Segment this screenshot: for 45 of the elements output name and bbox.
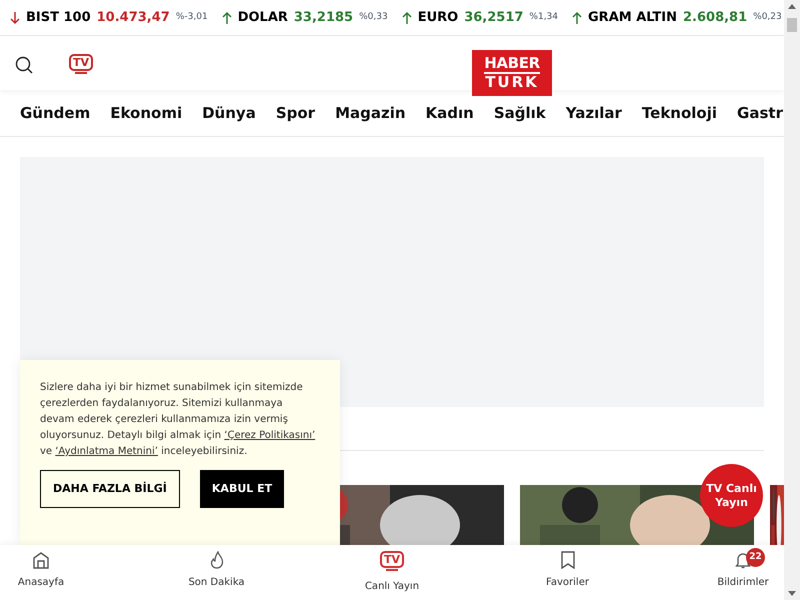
policy-link[interactable]: ‘Çerez Politikasını’ [224, 430, 316, 441]
notification-badge: 22 [746, 548, 765, 567]
bottom-nav-label[interactable]: Canlı Yayın [364, 579, 420, 594]
scroll-down-icon[interactable] [788, 591, 796, 596]
bottom-nav-label[interactable]: Bildirimler [717, 575, 769, 590]
bottom-nav-label[interactable]: Son Dakika [188, 575, 245, 590]
live-tv-badge[interactable]: TV Canlı Yayın [700, 464, 763, 527]
ticker-value: 10.473,47 [96, 8, 170, 27]
ticker-name: GRAM ALTIN [588, 8, 677, 27]
ticker-value: 2.608,81 [683, 8, 748, 27]
cookie-text: Sizlere daha iyi bir hizmet sunabilmek için sitemizde çerezlerden faydalanıyoruz. Sitemizi kullanmaya devam ederek çerezleri kullanmamıza izin vermiş oluyorsunuz. Detaylı bilgi almak için ‘Çerez Politikasını’ ve ‘Aydınlatma Metnini’ inceleyebilirsiniz. [40, 381, 316, 459]
down-arrow-icon [10, 10, 20, 24]
ticker-value: 33,2185 [294, 8, 354, 27]
ticker-change: %0,33 [359, 10, 388, 24]
up-arrow-icon [572, 10, 582, 24]
ticker-change: %0,23 [753, 10, 782, 24]
ticker-name: BIST 100 [26, 8, 91, 27]
nav-link[interactable]: Magazin [335, 102, 406, 124]
ticker-change: %-3,01 [176, 10, 208, 24]
scroll-up-icon[interactable] [788, 4, 796, 9]
bottom-nav-label[interactable]: Favoriler [546, 575, 589, 590]
nav-link[interactable]: Spor [276, 102, 316, 124]
tv-icon: TV [380, 551, 404, 571]
nav-link[interactable]: Kadın [426, 102, 474, 124]
tv-icon[interactable]: TV [69, 54, 94, 74]
bottom-nav-label[interactable]: Anasayfa [18, 575, 64, 590]
nav-link[interactable]: Sağlık [494, 102, 546, 124]
ticker-change: %1,34 [529, 10, 558, 24]
search-icon[interactable] [15, 56, 33, 74]
up-arrow-icon [402, 10, 412, 24]
nav-link[interactable]: Dünya [202, 102, 256, 124]
nav-link[interactable]: Ekonomi [110, 102, 182, 124]
nav-link[interactable]: Gastr [737, 102, 783, 124]
scrollbar-thumb[interactable] [787, 18, 797, 32]
accept-button[interactable]: KABUL ET [200, 470, 284, 508]
ticker-value: 36,2517 [464, 8, 524, 27]
logo[interactable]: HABER TURK [472, 50, 552, 96]
more-info-button[interactable]: DAHA FAZLA BİLGİ [40, 470, 180, 508]
up-arrow-icon [222, 10, 232, 24]
nav-link[interactable]: Teknoloji [642, 102, 718, 124]
ticker-name: EURO [418, 8, 458, 27]
nav-link[interactable]: Yazılar [566, 102, 622, 124]
ticker-name: DOLAR [238, 8, 288, 27]
nav-link[interactable]: Gündem [20, 102, 90, 124]
policy-link[interactable]: ‘Aydınlatma Metnini’ [55, 446, 158, 457]
